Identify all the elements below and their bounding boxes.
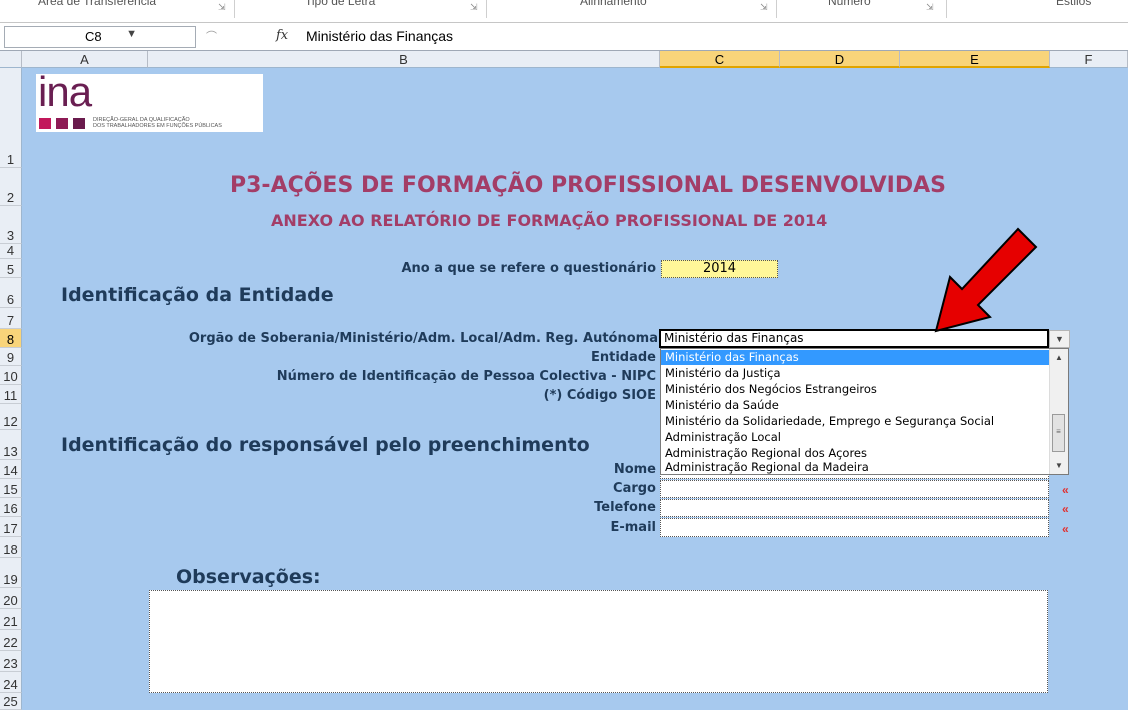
- row-header[interactable]: 18: [0, 537, 22, 558]
- row-header[interactable]: 23: [0, 651, 22, 672]
- ribbon-group-styles[interactable]: Estilos: [1056, 0, 1091, 8]
- row-header[interactable]: 3: [0, 206, 22, 244]
- dropdown-option[interactable]: Ministério da Saúde: [661, 398, 1049, 413]
- dropdown-option[interactable]: Administração Local: [661, 430, 1049, 445]
- sioe-label: (*) Código SIOE: [543, 388, 656, 403]
- dialog-launcher-icon[interactable]: ⇲: [218, 2, 226, 13]
- email-field[interactable]: [660, 518, 1049, 537]
- row-header[interactable]: 1: [0, 68, 22, 168]
- logo-square: [39, 118, 51, 129]
- dropdown-option[interactable]: Ministério da Justiça: [661, 366, 1049, 381]
- row-header[interactable]: 4: [0, 243, 22, 259]
- formula-value[interactable]: Ministério das Finanças: [306, 28, 453, 44]
- chevron-down-icon[interactable]: ▼: [126, 28, 137, 40]
- insert-function-icon[interactable]: fx: [276, 28, 288, 43]
- row-header[interactable]: 12: [0, 404, 22, 430]
- row-header[interactable]: 2: [0, 168, 22, 206]
- ribbon-group-number[interactable]: Número: [828, 0, 871, 8]
- observacoes-label: Observações:: [176, 566, 321, 588]
- row-header[interactable]: 20: [0, 588, 22, 609]
- scroll-up-icon[interactable]: ▲: [1050, 350, 1068, 365]
- row-header[interactable]: 11: [0, 385, 22, 404]
- cargo-label: Cargo: [613, 481, 656, 496]
- select-all-corner[interactable]: [0, 51, 22, 68]
- row-header[interactable]: 25: [0, 693, 22, 710]
- section-heading-responsible: Identificação do responsável pelo preenc…: [61, 434, 590, 456]
- page-title: P3-AÇÕES DE FORMAÇÃO PROFISSIONAL DESENV…: [230, 173, 946, 198]
- column-header-f[interactable]: F: [1050, 51, 1128, 68]
- name-box-value: C8: [85, 29, 102, 44]
- dialog-launcher-icon[interactable]: ⇲: [470, 2, 478, 13]
- nipc-label: Número de Identificação de Pessoa Colect…: [276, 369, 656, 384]
- orgao-label: Orgão de Soberania/Ministério/Adm. Local…: [188, 331, 658, 346]
- row-header[interactable]: 17: [0, 517, 22, 537]
- dropdown-option[interactable]: Administração Regional dos Açores: [661, 446, 1049, 461]
- ribbon-separator: [486, 0, 487, 18]
- row-header-selected[interactable]: 8: [0, 329, 22, 348]
- year-label: Ano a que se refere o questionário: [401, 261, 656, 276]
- formula-input-area[interactable]: ⌒ fx Ministério das Finanças: [200, 26, 1124, 46]
- dialog-launcher-icon[interactable]: ⇲: [760, 2, 768, 13]
- row-header[interactable]: 19: [0, 558, 22, 588]
- email-label: E-mail: [610, 520, 656, 535]
- formula-bar: C8 ▼ ⌒ fx Ministério das Finanças: [0, 23, 1128, 51]
- row-header[interactable]: 16: [0, 498, 22, 517]
- ribbon-group-alignment[interactable]: Alinhamento: [580, 0, 647, 8]
- row-header[interactable]: 7: [0, 308, 22, 329]
- observacoes-field[interactable]: [149, 590, 1048, 693]
- name-box[interactable]: C8 ▼: [4, 26, 196, 48]
- required-marker: «: [1062, 502, 1069, 516]
- entidade-label: Entidade: [590, 350, 656, 365]
- ribbon-separator: [946, 0, 947, 18]
- ribbon-separator: [234, 0, 235, 18]
- column-header-c[interactable]: C: [660, 51, 780, 68]
- logo-square: [56, 118, 68, 129]
- column-header-b[interactable]: B: [148, 51, 660, 68]
- dialog-launcher-icon[interactable]: ⇲: [926, 2, 934, 13]
- row-header[interactable]: 21: [0, 609, 22, 630]
- row-header[interactable]: 5: [0, 259, 22, 278]
- telefone-label: Telefone: [594, 500, 656, 515]
- nome-label: Nome: [613, 462, 656, 477]
- scroll-down-icon[interactable]: ▼: [1050, 458, 1068, 473]
- column-header-d[interactable]: D: [780, 51, 900, 68]
- dropdown-option[interactable]: Administração Regional da Madeira: [661, 460, 1049, 475]
- dropdown-option[interactable]: Ministério da Solidariedade, Emprego e S…: [661, 414, 1049, 429]
- page-subtitle: ANEXO AO RELATÓRIO DE FORMAÇÃO PROFISSIO…: [271, 211, 828, 230]
- required-marker: «: [1062, 522, 1069, 536]
- dropdown-option[interactable]: Ministério dos Negócios Estrangeiros: [661, 382, 1049, 397]
- row-header[interactable]: 22: [0, 630, 22, 651]
- logo-text: ina: [38, 68, 92, 115]
- year-field[interactable]: 2014: [661, 260, 778, 278]
- row-header[interactable]: 14: [0, 460, 22, 479]
- logo-square: [73, 118, 85, 129]
- row-header[interactable]: 13: [0, 430, 22, 460]
- ribbon: Área de Transferência ⇲ Tipo de Letra ⇲ …: [0, 0, 1128, 23]
- row-header[interactable]: 15: [0, 479, 22, 498]
- row-header[interactable]: 6: [0, 278, 22, 308]
- required-marker: «: [1062, 483, 1069, 497]
- column-header-e[interactable]: E: [900, 51, 1050, 68]
- logo: ina DIREÇÃO-GERAL DA QUALIFICAÇÃO DOS TR…: [36, 68, 263, 132]
- dropdown-arrow-button[interactable]: ▼: [1049, 330, 1070, 348]
- ribbon-group-clipboard[interactable]: Área de Transferência: [38, 0, 156, 8]
- formula-bar-splitter[interactable]: ⌒: [206, 28, 217, 44]
- cargo-field[interactable]: [660, 480, 1049, 498]
- dropdown-option[interactable]: Ministério das Finanças: [661, 350, 1049, 365]
- telefone-field[interactable]: [660, 499, 1049, 517]
- row-header[interactable]: 24: [0, 672, 22, 693]
- scrollbar-thumb[interactable]: ≡: [1052, 414, 1065, 452]
- ribbon-separator: [776, 0, 777, 18]
- dropdown-scrollbar[interactable]: ▲ ≡ ▼: [1049, 349, 1068, 474]
- logo-caption: DOS TRABALHADORES EM FUNÇÕES PÚBLICAS: [93, 123, 222, 129]
- column-header-a[interactable]: A: [22, 51, 148, 68]
- row-header[interactable]: 9: [0, 348, 22, 366]
- red-arrow-icon: [934, 227, 1038, 333]
- section-heading-entity: Identificação da Entidade: [61, 284, 334, 306]
- dropdown-list[interactable]: Ministério das Finanças Ministério da Ju…: [660, 348, 1069, 475]
- row-header[interactable]: 10: [0, 366, 22, 385]
- ribbon-group-font[interactable]: Tipo de Letra: [305, 0, 375, 8]
